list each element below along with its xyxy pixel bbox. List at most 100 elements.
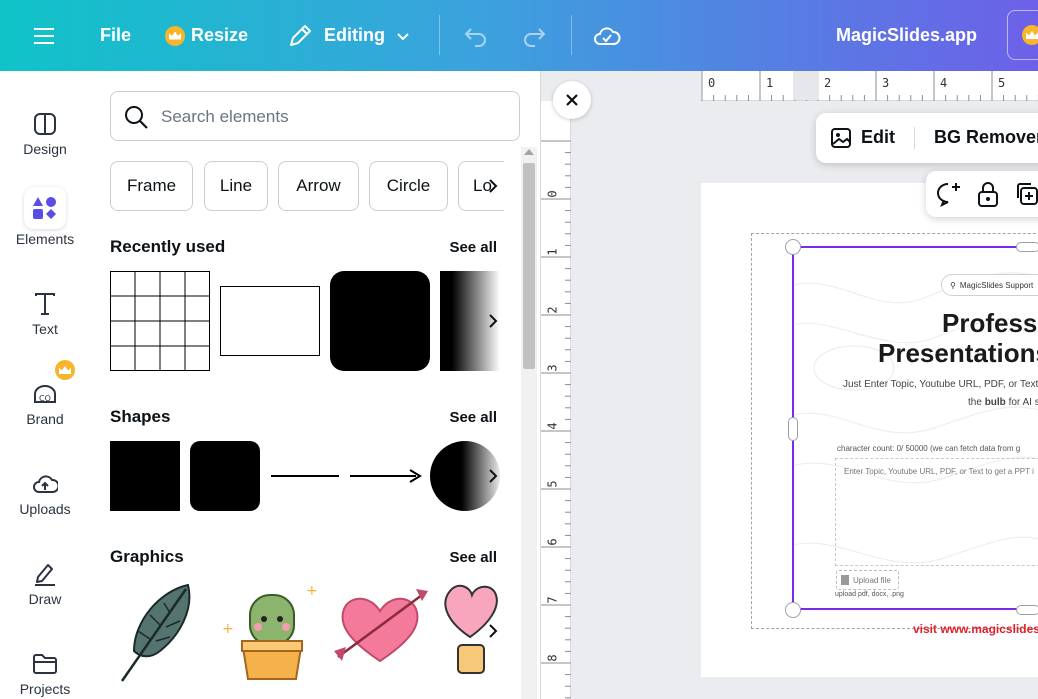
arrow-shape[interactable] — [350, 468, 422, 484]
square-shape[interactable] — [110, 441, 180, 511]
sidebar-item-draw[interactable]: Draw — [0, 549, 90, 629]
selection-box — [792, 246, 1038, 610]
crown-icon — [55, 360, 75, 380]
see-all-shapes-link[interactable]: See all — [449, 409, 497, 426]
slide-page[interactable]: ⚲MagicSlides Support Professio Presentat… — [701, 183, 1038, 677]
divider — [439, 15, 440, 55]
chevron-right-icon[interactable] — [479, 617, 507, 645]
ruler-label: 2 — [545, 306, 560, 314]
ruler-label: 2 — [824, 76, 832, 90]
crown-icon — [165, 25, 185, 46]
sidebar-rail: Design Elements Text CO Brand Uploads Dr… — [0, 71, 90, 699]
ruler-label: 3 — [882, 76, 890, 90]
ruler-label: 0 — [545, 190, 560, 198]
see-all-recent-link[interactable]: See all — [449, 239, 497, 256]
sidebar-item-label: Draw — [28, 591, 62, 607]
duplicate-icon[interactable] — [1014, 181, 1038, 207]
search-placeholder: Search elements — [161, 107, 289, 126]
ruler-label: 0 — [708, 76, 716, 90]
sidebar-item-elements[interactable]: Elements — [0, 183, 90, 263]
editing-label: Editing — [324, 25, 385, 45]
panel-scrollbar[interactable] — [521, 147, 537, 699]
upgrade-button[interactable] — [1007, 10, 1038, 60]
ruler-label: 8 — [545, 654, 560, 662]
ruler-label: 4 — [940, 76, 948, 90]
chip-frame[interactable]: Frame — [110, 161, 193, 211]
graphics-title: Graphics — [110, 547, 184, 566]
chip-line[interactable]: Line — [204, 161, 268, 211]
close-panel-button[interactable] — [553, 81, 591, 119]
see-all-graphics-link[interactable]: See all — [449, 549, 497, 566]
pencil-icon — [290, 24, 311, 46]
recently-used-title: Recently used — [110, 237, 226, 256]
pen-icon — [30, 559, 60, 589]
leaf-graphic[interactable] — [120, 581, 200, 685]
text-t-icon — [30, 289, 60, 319]
image-toolbar: Edit BG Remover — [816, 113, 1038, 163]
search-input[interactable]: Search elements — [110, 91, 520, 141]
chevron-right-icon[interactable] — [479, 462, 507, 490]
scroll-up-arrow-icon[interactable] — [524, 149, 534, 155]
sidebar-item-design[interactable]: Design — [0, 99, 90, 179]
search-icon — [125, 106, 148, 129]
image-edit-icon — [831, 128, 851, 148]
sidebar-item-uploads[interactable]: Uploads — [0, 459, 90, 539]
element-actions-toolbar — [926, 171, 1038, 217]
add-comment-icon[interactable] — [936, 181, 964, 207]
resize-handle[interactable] — [1016, 242, 1038, 252]
elements-panel: Search elements Frame Line Arrow Circle … — [90, 71, 540, 699]
ruler-label: 3 — [545, 364, 560, 372]
resize-handle[interactable] — [785, 602, 801, 618]
heart-arrow-graphic[interactable] — [330, 581, 430, 671]
svg-text:CO: CO — [39, 394, 51, 403]
shapes-title: Shapes — [110, 407, 171, 426]
resize-handle[interactable] — [1016, 605, 1038, 615]
file-menu[interactable]: File — [100, 0, 131, 71]
ruler-label: 5 — [545, 480, 560, 488]
resize-button[interactable]: Resize — [165, 0, 248, 71]
rectangle-outline-element[interactable] — [220, 286, 320, 356]
chevron-right-icon[interactable] — [479, 172, 507, 200]
divider — [914, 127, 915, 149]
edit-image-button[interactable]: Edit — [861, 127, 895, 148]
chip-arrow[interactable]: Arrow — [278, 161, 359, 211]
ruler-label: 1 — [545, 248, 560, 256]
sidebar-item-brand[interactable]: CO Brand — [0, 360, 90, 449]
cloud-saved-icon[interactable] — [593, 0, 621, 71]
resize-handle[interactable] — [785, 239, 801, 255]
visit-link: visit www.magicslides. — [913, 622, 1038, 636]
sidebar-item-label: Projects — [19, 681, 71, 697]
chip-circle[interactable]: Circle — [369, 161, 448, 211]
undo-icon[interactable] — [463, 0, 489, 71]
sidebar-item-projects[interactable]: Projects — [0, 639, 90, 699]
svg-text:+: + — [222, 621, 234, 637]
divider — [571, 15, 572, 55]
line-shape[interactable] — [271, 475, 339, 477]
svg-text:+: + — [306, 583, 318, 599]
rounded-square-shape[interactable] — [190, 441, 260, 511]
redo-icon[interactable] — [521, 0, 547, 71]
sidebar-item-label: Text — [32, 321, 58, 337]
scroll-thumb[interactable] — [523, 163, 535, 369]
chevron-down-icon — [397, 32, 409, 40]
ruler-label: 7 — [545, 596, 560, 604]
brand-kit-icon: CO — [30, 379, 60, 409]
cloud-upload-icon — [30, 469, 60, 499]
app-title: MagicSlides.app — [836, 25, 978, 45]
ruler-label: 4 — [545, 422, 560, 430]
table-grid-element[interactable] — [110, 271, 210, 371]
menu-icon[interactable] — [34, 0, 56, 71]
editing-mode-button[interactable]: Editing — [287, 0, 411, 71]
bg-remover-button[interactable]: BG Remover — [934, 127, 1038, 148]
top-bar: File Resize Editing MagicSlides.app — [0, 0, 1038, 71]
ruler-label: 5 — [998, 76, 1006, 90]
sidebar-item-label: Design — [23, 141, 67, 157]
resize-handle[interactable] — [788, 417, 798, 441]
rounded-square-element[interactable] — [330, 271, 430, 371]
close-icon — [566, 94, 578, 106]
crown-icon — [1022, 25, 1038, 45]
chevron-right-icon[interactable] — [479, 307, 507, 335]
lock-icon[interactable] — [976, 180, 1000, 208]
cactus-graphic[interactable]: + + — [220, 579, 320, 683]
sidebar-item-text[interactable]: Text — [0, 279, 90, 359]
